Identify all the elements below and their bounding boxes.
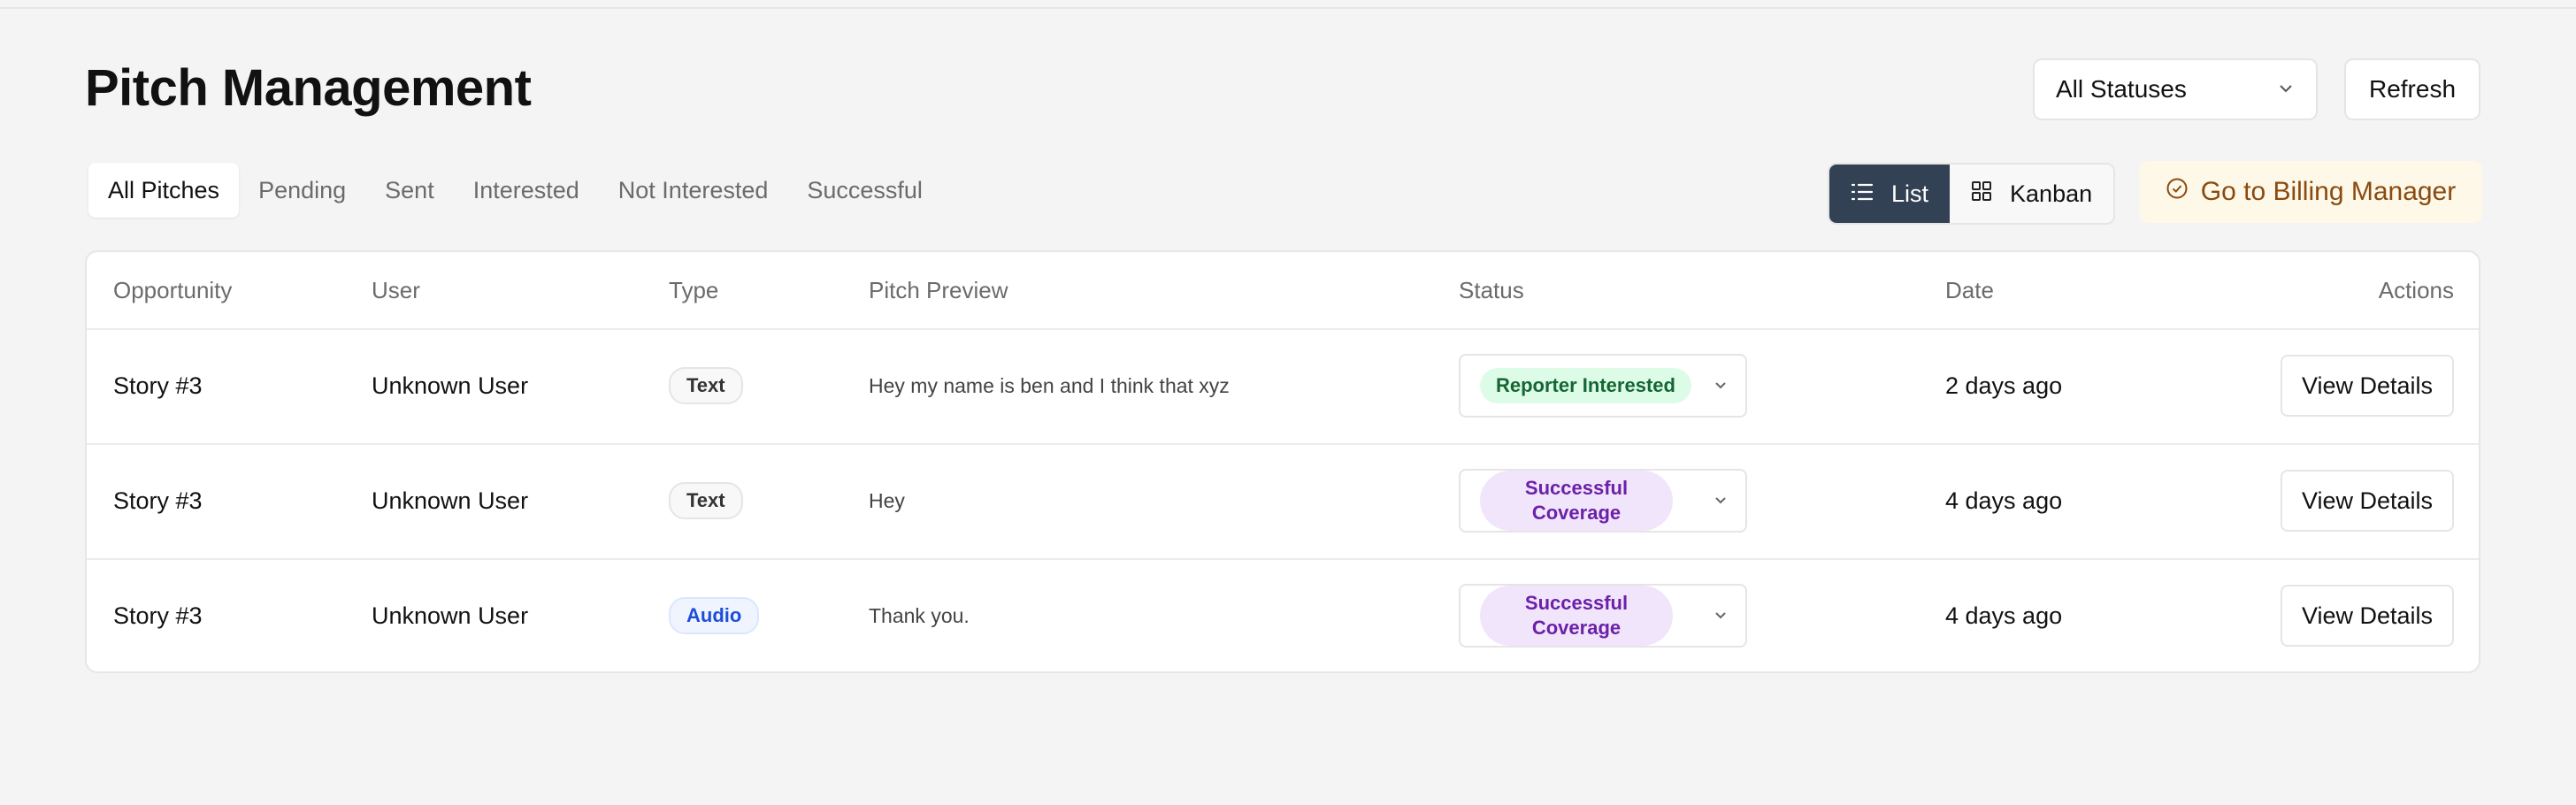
page-title: Pitch Management	[85, 59, 532, 117]
status-cell: Successful Coverage	[1459, 558, 1747, 671]
status-dropdown[interactable]: Reporter Interested	[1459, 354, 1747, 418]
date-cell: 4 days ago	[1945, 602, 2063, 629]
column-header-pitch-preview: Pitch Preview	[869, 276, 1008, 303]
view-toggle: List Kanban	[1828, 163, 2116, 225]
pitch-preview-cell: Hey my name is ben and I think that xyz	[869, 373, 1230, 397]
actions-cell: View Details	[2281, 558, 2454, 671]
kanban-view-label: Kanban	[2010, 180, 2093, 207]
column-header-user: User	[372, 276, 420, 303]
column-header-type: Type	[669, 276, 719, 303]
status-dropdown[interactable]: Successful Coverage	[1459, 469, 1747, 533]
type-cell: Text	[669, 443, 743, 558]
status-badge: Reporter Interested	[1480, 368, 1691, 403]
grid-icon	[1971, 180, 1992, 208]
list-view-label: List	[1891, 180, 1929, 207]
pitch-preview-cell: Hey	[869, 488, 905, 512]
status-badge: Successful Coverage	[1480, 471, 1673, 531]
user-cell: Unknown User	[372, 487, 529, 514]
billing-manager-label: Go to Billing Manager	[2200, 177, 2457, 206]
view-details-button[interactable]: View Details	[2281, 585, 2454, 647]
tab-all-pitches[interactable]: All Pitches	[88, 163, 240, 218]
user-cell: Unknown User	[372, 372, 529, 399]
chevron-down-icon	[1712, 372, 1729, 400]
actions-cell: View Details	[2281, 443, 2454, 558]
type-cell: Audio	[669, 558, 760, 671]
status-badge: Successful Coverage	[1480, 586, 1673, 646]
opportunity-cell: Story #3	[113, 372, 203, 399]
view-details-button[interactable]: View Details	[2281, 470, 2454, 532]
column-header-opportunity: Opportunity	[113, 276, 233, 303]
column-header-actions: Actions	[2378, 276, 2454, 303]
opportunity-cell: Story #3	[113, 602, 203, 629]
table-row: Story #3 Unknown User Text Hey Successfu…	[87, 443, 2479, 560]
chevron-down-icon	[1712, 602, 1729, 630]
tab-pending[interactable]: Pending	[239, 163, 365, 218]
user-cell: Unknown User	[372, 602, 529, 629]
table-header: Opportunity User Type Pitch Preview Stat…	[87, 252, 2479, 330]
opportunity-cell: Story #3	[113, 487, 203, 514]
column-header-status: Status	[1459, 276, 1524, 303]
pitch-tabs: All Pitches Pending Sent Interested Not …	[88, 163, 942, 218]
type-badge: Text	[669, 367, 743, 404]
tab-not-interested[interactable]: Not Interested	[599, 163, 788, 218]
refresh-button[interactable]: Refresh	[2344, 58, 2480, 120]
pitches-table: Opportunity User Type Pitch Preview Stat…	[85, 250, 2480, 673]
column-header-date: Date	[1945, 276, 1994, 303]
type-badge: Text	[669, 482, 743, 519]
date-cell: 4 days ago	[1945, 487, 2063, 514]
table-row: Story #3 Unknown User Audio Thank you. S…	[87, 558, 2479, 671]
pitch-preview-cell: Thank you.	[869, 603, 970, 627]
type-cell: Text	[669, 328, 743, 443]
status-dropdown[interactable]: Successful Coverage	[1459, 584, 1747, 648]
status-cell: Reporter Interested	[1459, 328, 1747, 443]
list-view-button[interactable]: List	[1829, 165, 1951, 223]
actions-cell: View Details	[2281, 328, 2454, 443]
tab-sent[interactable]: Sent	[365, 163, 454, 218]
check-circle-icon	[2166, 177, 2189, 207]
type-badge: Audio	[669, 597, 760, 634]
date-cell: 2 days ago	[1945, 372, 2063, 399]
chevron-down-icon	[2277, 75, 2295, 104]
status-filter-select[interactable]: All Statuses	[2033, 58, 2318, 120]
view-details-button[interactable]: View Details	[2281, 355, 2454, 417]
top-border	[0, 0, 2576, 9]
status-cell: Successful Coverage	[1459, 443, 1747, 558]
chevron-down-icon	[1712, 487, 1729, 515]
list-icon	[1851, 180, 1874, 208]
tab-successful[interactable]: Successful	[787, 163, 942, 218]
kanban-view-button[interactable]: Kanban	[1950, 165, 2114, 223]
table-row: Story #3 Unknown User Text Hey my name i…	[87, 328, 2479, 445]
tab-interested[interactable]: Interested	[454, 163, 599, 218]
billing-manager-button[interactable]: Go to Billing Manager	[2139, 161, 2482, 223]
status-filter-value: All Statuses	[2056, 75, 2187, 103]
